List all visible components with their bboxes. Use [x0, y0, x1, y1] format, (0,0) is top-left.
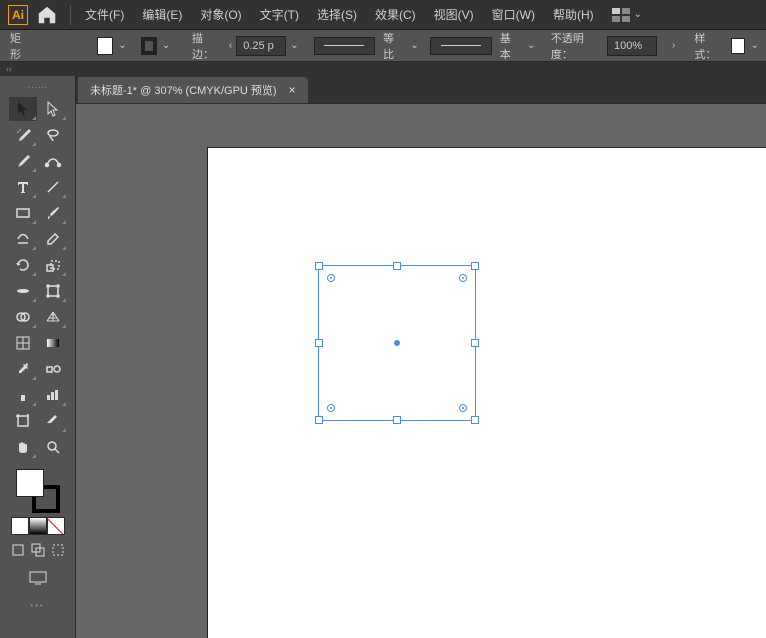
blend-tool[interactable] [39, 357, 67, 381]
brush-definition[interactable] [430, 37, 492, 55]
fill-box[interactable] [16, 469, 44, 497]
resize-handle-tr[interactable] [471, 262, 479, 270]
fill-color-swatch[interactable] [97, 37, 113, 55]
menu-effect[interactable]: 效果(C) [367, 2, 424, 27]
eyedropper-tool[interactable] [9, 357, 37, 381]
opacity-input[interactable] [607, 36, 657, 56]
screen-mode-btn[interactable] [24, 567, 52, 589]
rectangle-tool[interactable] [9, 201, 37, 225]
decrement-icon[interactable]: ‹ [229, 40, 232, 51]
gradient-tool[interactable] [39, 331, 67, 355]
draw-inside-icon[interactable] [49, 541, 67, 559]
control-bar: 矩形 ⌄ ⌄ 描边： ‹ ⌄ 等比 ⌄ 基本 ⌄ 不透明度： › 样式： ⌄ [0, 30, 766, 62]
chevron-down-icon: ⌄ [634, 9, 642, 20]
resize-handle-mr[interactable] [471, 339, 479, 347]
document-tab-bar: 未标题-1* @ 307% (CMYK/GPU 预览) × [76, 76, 766, 104]
variable-width-profile[interactable] [314, 37, 376, 55]
menu-bar: Ai 文件(F) 编辑(E) 对象(O) 文字(T) 选择(S) 效果(C) 视… [0, 0, 766, 30]
resize-handle-bl[interactable] [315, 416, 323, 424]
menu-object[interactable]: 对象(O) [192, 2, 249, 27]
resize-handle-ml[interactable] [315, 339, 323, 347]
shape-type-label: 矩形 [6, 30, 33, 62]
center-point[interactable] [394, 340, 400, 346]
resize-handle-bm[interactable] [393, 416, 401, 424]
selected-rectangle[interactable] [318, 265, 476, 421]
hand-tool[interactable] [9, 435, 37, 459]
uniform-label: 等比 [379, 30, 406, 62]
menu-help[interactable]: 帮助(H) [545, 2, 602, 27]
menu-edit[interactable]: 编辑(E) [134, 2, 190, 27]
style-label: 样式： [690, 30, 727, 62]
artboard[interactable] [208, 148, 766, 638]
tab-title: 未标题-1* @ 307% (CMYK/GPU 预览) [90, 82, 277, 98]
basic-label: 基本 [496, 30, 523, 62]
curvature-tool[interactable] [39, 149, 67, 173]
chevron-down-icon[interactable]: ⌄ [749, 40, 760, 51]
menu-type[interactable]: 文字(T) [252, 2, 307, 27]
column-graph-tool[interactable] [39, 383, 67, 407]
close-tab-icon[interactable]: × [289, 83, 296, 97]
artboard-tool[interactable] [9, 409, 37, 433]
lasso-tool[interactable] [39, 123, 67, 147]
separator [70, 5, 71, 25]
arrange-documents-icon[interactable]: ⌄ [612, 8, 642, 22]
menu-file[interactable]: 文件(F) [77, 2, 132, 27]
eraser-tool[interactable] [39, 227, 67, 251]
magic-wand-tool[interactable] [9, 123, 37, 147]
rotate-tool[interactable] [9, 253, 37, 277]
shape-builder-tool[interactable] [9, 305, 37, 329]
direct-selection-tool[interactable] [39, 97, 67, 121]
collapse-arrows-icon: ‹‹ [6, 64, 12, 74]
menu-select[interactable]: 选择(S) [309, 2, 365, 27]
expand-arrow-icon[interactable]: › [672, 40, 675, 51]
color-solid-btn[interactable] [11, 517, 29, 535]
tools-panel: ······ [0, 76, 76, 638]
stroke-color-swatch[interactable] [141, 37, 157, 55]
shaper-tool[interactable] [9, 227, 37, 251]
corner-widget-br[interactable] [459, 404, 467, 412]
zoom-tool[interactable] [39, 435, 67, 459]
color-none-btn[interactable] [47, 517, 65, 535]
corner-widget-tr[interactable] [459, 274, 467, 282]
menu-window[interactable]: 窗口(W) [484, 2, 543, 27]
home-icon[interactable] [36, 4, 58, 26]
resize-handle-br[interactable] [471, 416, 479, 424]
chevron-down-icon[interactable]: ⌄ [161, 40, 172, 51]
stroke-weight-input[interactable] [236, 36, 286, 56]
slice-tool[interactable] [39, 409, 67, 433]
fill-stroke-control[interactable] [16, 469, 60, 513]
panel-collapse-grip[interactable]: ‹‹ [0, 62, 766, 76]
menu-view[interactable]: 视图(V) [426, 2, 482, 27]
free-transform-tool[interactable] [39, 279, 67, 303]
document-tab[interactable]: 未标题-1* @ 307% (CMYK/GPU 预览) × [78, 77, 308, 103]
mesh-tool[interactable] [9, 331, 37, 355]
width-tool[interactable] [9, 279, 37, 303]
chevron-down-icon[interactable]: ⌄ [527, 40, 535, 51]
line-segment-tool[interactable] [39, 175, 67, 199]
scale-tool[interactable] [39, 253, 67, 277]
chevron-down-icon[interactable]: ⌄ [117, 40, 128, 51]
edit-toolbar-btn[interactable]: ••• [30, 601, 44, 610]
app-logo: Ai [8, 5, 28, 25]
resize-handle-tl[interactable] [315, 262, 323, 270]
pen-tool[interactable] [9, 149, 37, 173]
chevron-down-icon[interactable]: ⌄ [290, 40, 298, 51]
type-tool[interactable] [9, 175, 37, 199]
color-gradient-btn[interactable] [29, 517, 47, 535]
selection-tool[interactable] [9, 97, 37, 121]
draw-behind-icon[interactable] [29, 541, 47, 559]
draw-normal-icon[interactable] [9, 541, 27, 559]
panel-grip[interactable]: ······ [28, 80, 48, 97]
chevron-down-icon[interactable]: ⌄ [410, 40, 418, 51]
canvas-area[interactable] [76, 104, 766, 638]
opacity-label: 不透明度： [547, 30, 603, 62]
corner-widget-tl[interactable] [327, 274, 335, 282]
stroke-label: 描边： [188, 30, 225, 62]
corner-widget-bl[interactable] [327, 404, 335, 412]
paintbrush-tool[interactable] [39, 201, 67, 225]
symbol-sprayer-tool[interactable] [9, 383, 37, 407]
graphic-style-swatch[interactable] [731, 38, 745, 54]
perspective-grid-tool[interactable] [39, 305, 67, 329]
resize-handle-tm[interactable] [393, 262, 401, 270]
